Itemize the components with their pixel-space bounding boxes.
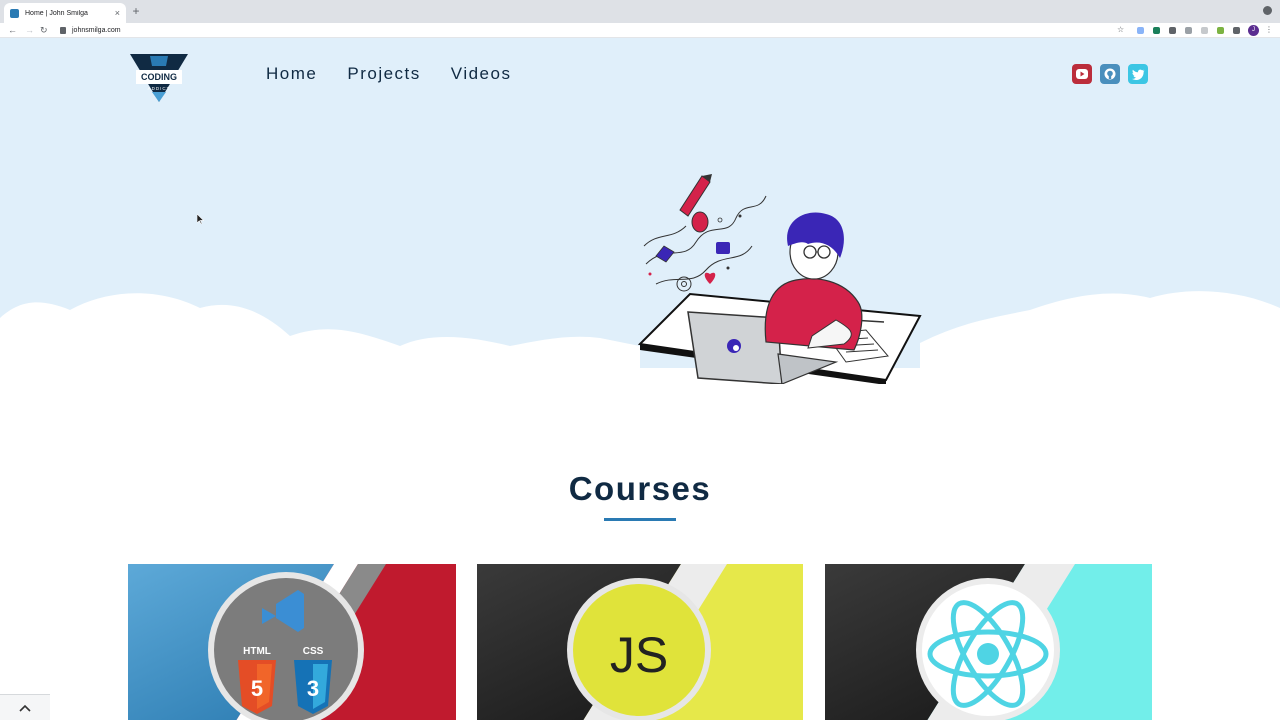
address-url: johnsmilga.com: [72, 26, 121, 34]
extension-icon[interactable]: [1169, 27, 1176, 34]
main-nav: Home Projects Videos: [266, 64, 511, 84]
browser-tab[interactable]: Home | John Smilga ×: [4, 3, 126, 23]
course-card-javascript[interactable]: JS: [477, 564, 803, 720]
bookmark-star-icon[interactable]: ☆: [1117, 24, 1124, 36]
tab-title: Home | John Smilga: [25, 9, 88, 17]
course-card-react[interactable]: [825, 564, 1152, 720]
html5-number: 5: [251, 676, 263, 701]
heading-underline: [604, 518, 676, 521]
back-arrow-icon[interactable]: ←: [8, 24, 17, 36]
browser-tab-strip: Home | John Smilga × +: [0, 0, 1280, 23]
extensions-puzzle-icon[interactable]: [1233, 27, 1240, 34]
logo-text: CODING: [141, 72, 177, 82]
nav-link-projects[interactable]: Projects: [347, 64, 420, 84]
extension-icon[interactable]: [1185, 27, 1192, 34]
browser-menu-icon[interactable]: ⋮: [1265, 24, 1273, 36]
html-badge-label: HTML: [243, 646, 271, 657]
courses-heading: Courses: [568, 470, 712, 507]
lock-icon: [60, 26, 66, 34]
scroll-to-top-button[interactable]: [0, 694, 50, 720]
course-card-html-css[interactable]: 5 HTML 3 CSS: [128, 564, 456, 720]
hero-developer-illustration: [637, 174, 922, 384]
extension-icon[interactable]: [1153, 27, 1160, 34]
new-tab-button[interactable]: +: [129, 4, 143, 18]
css3-shield-icon: 3: [294, 660, 332, 714]
reload-icon[interactable]: ↻: [40, 24, 48, 36]
logo-subtext: ADDICT: [148, 86, 171, 91]
extension-icon[interactable]: [1137, 27, 1144, 34]
nav-link-home[interactable]: Home: [266, 64, 317, 84]
coding-addict-logo[interactable]: CODING ADDICT: [128, 52, 190, 104]
profile-avatar[interactable]: J: [1248, 25, 1259, 36]
chevron-up-icon: [19, 704, 31, 712]
page-content: CODING ADDICT Home Projects Videos Cours…: [0, 38, 1280, 720]
css-badge-label: CSS: [303, 646, 324, 657]
github-icon[interactable]: [1100, 64, 1120, 84]
browser-toolbar: ← → ↻ johnsmilga.com ☆ ⋮: [0, 23, 1280, 38]
site-favicon-icon: [10, 8, 19, 18]
extension-icon[interactable]: [1217, 27, 1224, 34]
tab-close-icon[interactable]: ×: [115, 8, 120, 18]
js-badge-label: JS: [610, 627, 668, 683]
mouse-cursor-icon: [197, 214, 204, 224]
window-control-icon[interactable]: [1263, 6, 1272, 15]
css3-number: 3: [307, 676, 319, 701]
youtube-icon[interactable]: [1072, 64, 1092, 84]
extension-icon[interactable]: [1201, 27, 1208, 34]
forward-arrow-icon[interactable]: →: [25, 24, 34, 36]
address-bar[interactable]: johnsmilga.com: [54, 24, 1134, 36]
twitter-icon[interactable]: [1128, 64, 1148, 84]
html5-shield-icon: 5: [238, 660, 276, 714]
nav-link-videos[interactable]: Videos: [451, 64, 512, 84]
